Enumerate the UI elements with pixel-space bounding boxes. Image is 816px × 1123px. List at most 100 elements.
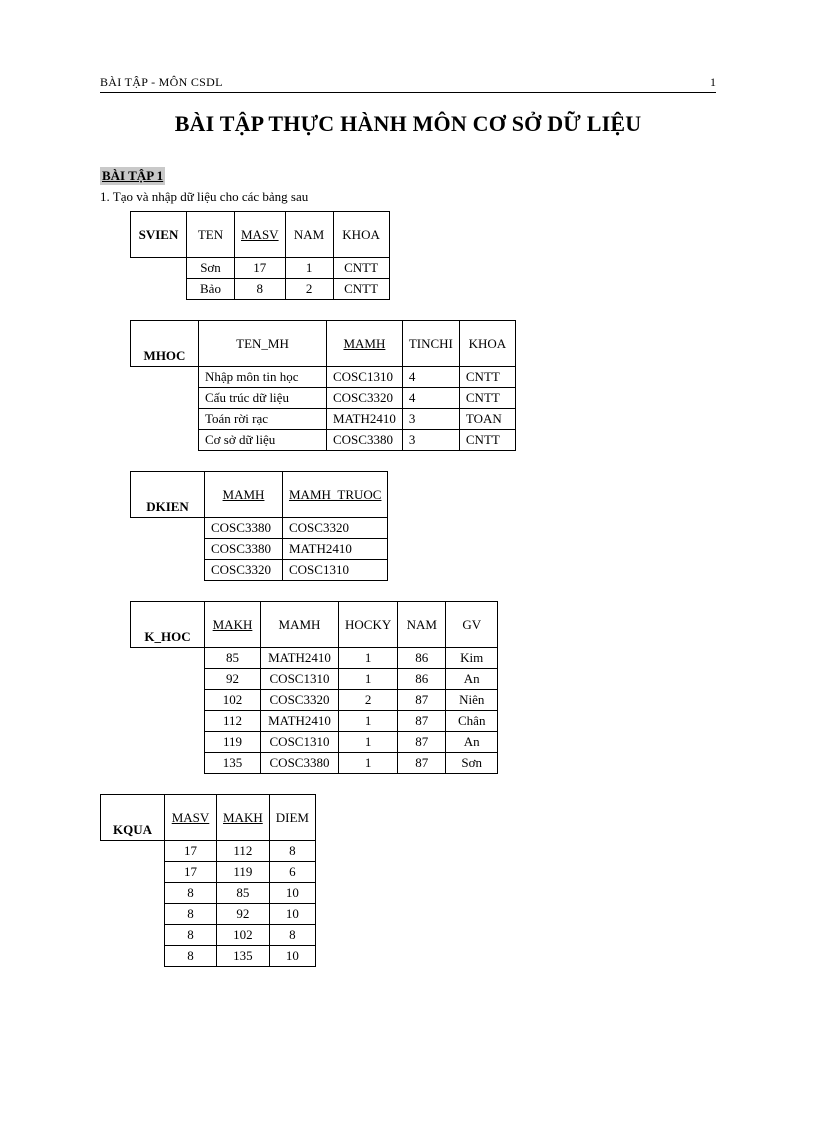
- cell: 119: [205, 732, 261, 753]
- cell: 2: [339, 690, 398, 711]
- cell: CNTT: [459, 430, 515, 451]
- col-header: KHOA: [333, 212, 389, 258]
- table-row: Bảo 8 2 CNTT: [131, 279, 390, 300]
- col-header: TINCHI: [402, 321, 459, 367]
- cell: 8: [165, 883, 217, 904]
- cell: Sơn: [187, 258, 235, 279]
- cell: 17: [165, 862, 217, 883]
- cell: MATH2410: [261, 648, 339, 669]
- col-header: MAMH: [261, 602, 339, 648]
- col-header: MASV: [165, 795, 217, 841]
- col-header: MAKH: [205, 602, 261, 648]
- cell: 135: [205, 753, 261, 774]
- khoc-table-wrap: K_HOC MAKH MAMH HOCKY NAM GV 85 MATH2410…: [130, 601, 716, 774]
- table-row: 102 COSC3320 2 87 Niên: [131, 690, 498, 711]
- col-header: TEN_MH: [199, 321, 327, 367]
- cell: Chân: [446, 711, 498, 732]
- cell: 3: [402, 430, 459, 451]
- table-row: 135 COSC3380 1 87 Sơn: [131, 753, 498, 774]
- table-row: 8 102 8: [101, 925, 316, 946]
- mhoc-table: MHOC TEN_MH MAMH TINCHI KHOA Nhập môn ti…: [130, 320, 516, 451]
- cell: 86: [398, 669, 446, 690]
- cell: 8: [269, 925, 315, 946]
- cell: 8: [165, 904, 217, 925]
- cell: COSC3320: [327, 388, 403, 409]
- table-row: 8 85 10: [101, 883, 316, 904]
- cell: COSC3380: [327, 430, 403, 451]
- cell: 86: [398, 648, 446, 669]
- table-row: 85 MATH2410 1 86 Kim: [131, 648, 498, 669]
- cell: Niên: [446, 690, 498, 711]
- cell: COSC1310: [327, 367, 403, 388]
- cell: 85: [217, 883, 270, 904]
- cell: Nhập môn tin học: [199, 367, 327, 388]
- exercise-label-wrap: BÀI TẬP 1: [100, 167, 716, 189]
- cell: COSC3380: [205, 518, 283, 539]
- table-row: 17 119 6: [101, 862, 316, 883]
- cell: 1: [339, 753, 398, 774]
- cell: CNTT: [333, 258, 389, 279]
- table-row: 8 135 10: [101, 946, 316, 967]
- cell: Cơ sở dữ liệu: [199, 430, 327, 451]
- cell: 119: [217, 862, 270, 883]
- table-row: Toán rời rạc MATH2410 3 TOAN: [131, 409, 516, 430]
- cell: Toán rời rạc: [199, 409, 327, 430]
- table-name: MHOC: [131, 321, 199, 367]
- cell: COSC3320: [283, 518, 388, 539]
- table-row: 92 COSC1310 1 86 An: [131, 669, 498, 690]
- kqua-table: KQUA MASV MAKH DIEM 17 112 8 17 119 6 8 …: [100, 794, 316, 967]
- cell: 17: [235, 258, 286, 279]
- table-row: 8 92 10: [101, 904, 316, 925]
- cell: 87: [398, 732, 446, 753]
- col-header: TEN: [187, 212, 235, 258]
- cell: MATH2410: [261, 711, 339, 732]
- cell: 2: [285, 279, 333, 300]
- header-left: BÀI TẬP - MÔN CSDL: [100, 75, 223, 90]
- table-name: KQUA: [101, 795, 165, 841]
- svien-table: SVIEN TEN MASV NAM KHOA Sơn 17 1 CNTT Bả…: [130, 211, 390, 300]
- svien-table-wrap: SVIEN TEN MASV NAM KHOA Sơn 17 1 CNTT Bả…: [130, 211, 716, 300]
- cell: 85: [205, 648, 261, 669]
- col-header: MASV: [235, 212, 286, 258]
- col-header: HOCKY: [339, 602, 398, 648]
- cell: 92: [217, 904, 270, 925]
- col-header: MAMH: [205, 472, 283, 518]
- cell: 135: [217, 946, 270, 967]
- table-row: 17 112 8: [101, 841, 316, 862]
- col-header: DIEM: [269, 795, 315, 841]
- col-header: KHOA: [459, 321, 515, 367]
- col-header: MAKH: [217, 795, 270, 841]
- cell: MATH2410: [283, 539, 388, 560]
- cell: CNTT: [459, 388, 515, 409]
- cell: Cấu trúc dữ liệu: [199, 388, 327, 409]
- cell: COSC3380: [261, 753, 339, 774]
- header-right: 1: [710, 75, 716, 90]
- cell: 10: [269, 946, 315, 967]
- cell: TOAN: [459, 409, 515, 430]
- col-header: NAM: [285, 212, 333, 258]
- table-row: Sơn 17 1 CNTT: [131, 258, 390, 279]
- cell: 1: [339, 669, 398, 690]
- table-row: Cấu trúc dữ liệu COSC3320 4 CNTT: [131, 388, 516, 409]
- dkien-table: DKIEN MAMH MAMH_TRUOC COSC3380 COSC3320 …: [130, 471, 388, 581]
- cell: 87: [398, 690, 446, 711]
- table-name: SVIEN: [131, 212, 187, 258]
- cell: 1: [339, 732, 398, 753]
- cell: Sơn: [446, 753, 498, 774]
- cell: CNTT: [459, 367, 515, 388]
- table-row: COSC3380 MATH2410: [131, 539, 388, 560]
- cell: COSC3320: [261, 690, 339, 711]
- table-row: 112 MATH2410 1 87 Chân: [131, 711, 498, 732]
- cell: Bảo: [187, 279, 235, 300]
- cell: 8: [269, 841, 315, 862]
- kqua-table-wrap: KQUA MASV MAKH DIEM 17 112 8 17 119 6 8 …: [100, 794, 716, 967]
- cell: Kim: [446, 648, 498, 669]
- cell: 8: [165, 925, 217, 946]
- cell: MATH2410: [327, 409, 403, 430]
- cell: 1: [339, 648, 398, 669]
- cell: 4: [402, 367, 459, 388]
- table-row: Cơ sở dữ liệu COSC3380 3 CNTT: [131, 430, 516, 451]
- cell: COSC3380: [205, 539, 283, 560]
- cell: 10: [269, 883, 315, 904]
- cell: 1: [339, 711, 398, 732]
